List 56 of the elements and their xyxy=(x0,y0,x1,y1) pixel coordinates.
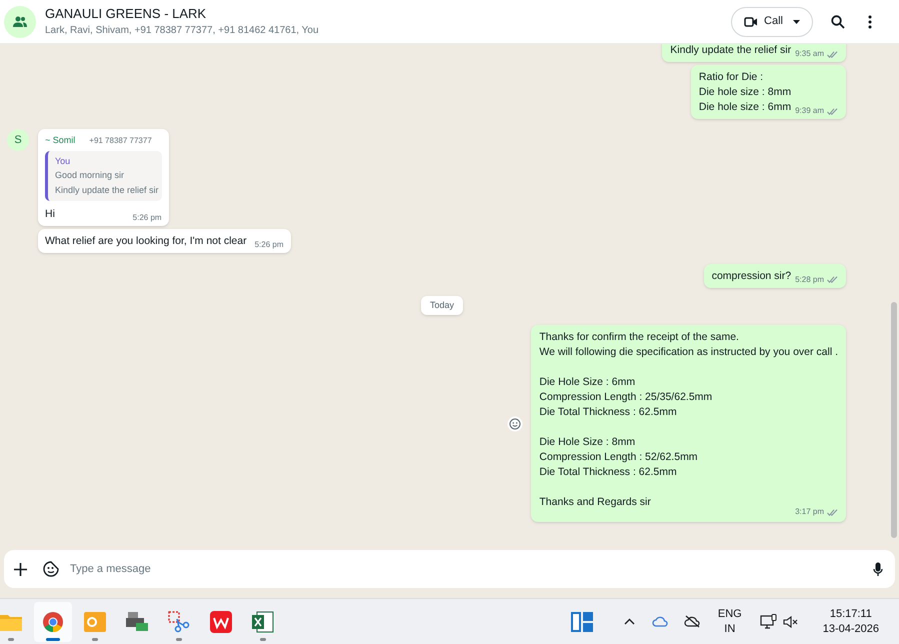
message-time: 5:26 pm xyxy=(132,212,162,224)
clock-time[interactable]: 15:17:11 xyxy=(830,606,872,622)
quote-text: Kindly update the relief sir xyxy=(55,184,159,197)
scissors-icon[interactable] xyxy=(168,610,190,632)
received-message-bubble[interactable]: What relief are you looking for, I'm not clear 5:26 pm xyxy=(38,228,291,252)
message-time: 5:28 pm xyxy=(795,274,824,286)
sent-message-bubble[interactable]: compression sir? 5:28 pm xyxy=(704,264,846,288)
menu-icon[interactable] xyxy=(868,14,872,28)
cloud-icon[interactable] xyxy=(652,616,668,627)
quote-author: You xyxy=(55,154,72,168)
people-icon xyxy=(13,16,27,28)
message-text: compression sir? xyxy=(712,268,792,284)
message-text: Hi xyxy=(45,206,55,222)
sent-message-bubble[interactable]: Ratio for Die : Die hole size : 8mm Die hole size : 6mm 9:39 am xyxy=(690,65,846,119)
caret-icon xyxy=(793,20,800,24)
message-text: Kindly update the relief sir xyxy=(670,44,792,58)
language-label[interactable]: ENG xyxy=(718,606,742,622)
message-time: 3:17 pm xyxy=(795,506,824,518)
plus-icon[interactable] xyxy=(14,562,27,576)
chat-title: GANAULI GREENS - LARK xyxy=(45,6,208,22)
sender-avatar[interactable]: S xyxy=(7,129,29,151)
region-label[interactable]: IN xyxy=(724,622,736,636)
clock-date[interactable]: 13-04-2026 xyxy=(822,622,879,636)
video-icon xyxy=(744,16,758,26)
chevron-up-icon[interactable] xyxy=(624,618,635,625)
cloud-off-icon[interactable] xyxy=(684,615,701,628)
widgets-icon[interactable] xyxy=(570,610,594,632)
message-input[interactable]: Type a message xyxy=(70,560,873,578)
emoji-icon[interactable] xyxy=(507,416,524,432)
microphone-icon[interactable] xyxy=(873,562,883,576)
printer-icon[interactable] xyxy=(126,612,148,632)
quoted-message[interactable]: You Good morning sir Kindly update the relief sir xyxy=(45,150,162,200)
search-icon[interactable] xyxy=(831,14,845,28)
sender-phone: +91 78387 77377 xyxy=(89,134,152,147)
message-time: 9:35 am xyxy=(795,48,824,60)
message-text: Thanks for confirm the receipt of the same. We will following die specification as instructed by you over call . Die Hole Size : 6mm Compression Length : 25/35/62.5mm Die Total Thickness : 62.5mm Die Hole Size : 8mm Compression Length : 52/62.5mm Die Total Thickness : 62.5mm Thanks and Regards sir xyxy=(539,330,838,508)
sender-name[interactable]: ~ Somil xyxy=(45,134,76,148)
office-app-icon[interactable] xyxy=(210,610,232,632)
spreadsheet-icon[interactable] xyxy=(252,610,274,632)
sent-message-bubble[interactable]: Kindly update the relief sir 9:35 am xyxy=(662,44,846,62)
scrollbar[interactable] xyxy=(891,302,897,538)
call-button[interactable]: Call xyxy=(731,6,813,36)
member-list: Lark, Ravi, Shivam, +91 78387 77377, +91 81462 41761, You xyxy=(45,24,319,38)
group-avatar[interactable] xyxy=(4,6,36,38)
quote-text: Good morning sir xyxy=(55,168,126,182)
message-text: Ratio for Die : Die hole size : 8mm Die hole size : 6mm xyxy=(698,70,792,115)
monitor-icon[interactable] xyxy=(760,614,777,629)
mute-icon[interactable] xyxy=(782,616,798,628)
taskbar-app[interactable] xyxy=(34,602,72,642)
message-time: 9:39 am xyxy=(795,105,824,117)
sticker-icon[interactable] xyxy=(43,561,59,577)
message-text: What relief are you looking for, I'm not clear xyxy=(45,234,247,248)
browser-icon[interactable] xyxy=(42,610,64,632)
composer-bar[interactable]: Type a message xyxy=(4,550,895,588)
date-chip: Today xyxy=(420,296,464,315)
message-time: 5:26 pm xyxy=(254,238,284,250)
